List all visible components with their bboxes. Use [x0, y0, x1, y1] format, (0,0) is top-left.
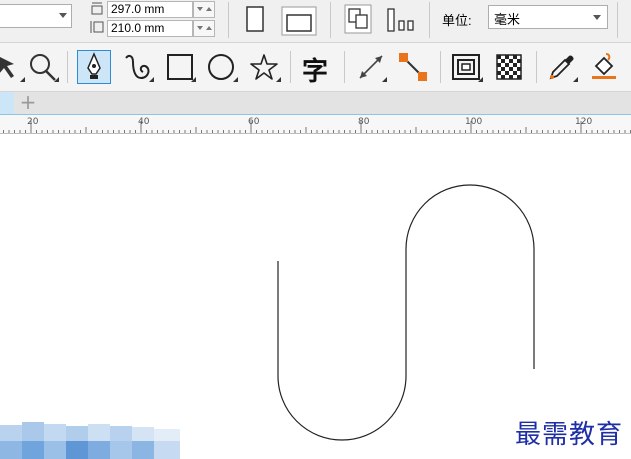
- current-page-icon[interactable]: [385, 7, 415, 33]
- polygon-tool[interactable]: [248, 50, 282, 84]
- flyout-indicator: [191, 77, 196, 82]
- text-tool[interactable]: 字: [300, 50, 334, 87]
- units-value: 毫米: [494, 12, 521, 27]
- s-curve-path[interactable]: [0, 134, 631, 459]
- page-height-icon: [91, 2, 103, 15]
- eyedropper-tool[interactable]: [545, 50, 579, 84]
- portrait-icon[interactable]: [244, 4, 266, 34]
- parallel-dimension-tool[interactable]: [354, 50, 388, 84]
- page-height-input[interactable]: 297.0 mm: [107, 1, 193, 18]
- property-bar: 297.0 mm 210.0 mm 单位: 毫米: [0, 0, 631, 43]
- ruler-label: 100: [465, 117, 483, 127]
- separator: [330, 2, 331, 38]
- separator: [536, 51, 537, 83]
- units-label: 单位:: [442, 13, 472, 28]
- document-tab[interactable]: [0, 92, 14, 114]
- flyout-indicator: [54, 77, 59, 82]
- document-tab-strip: +: [0, 92, 631, 114]
- horizontal-ruler[interactable]: 20 40 60 80 100 120: [0, 114, 631, 134]
- chevron-down-icon[interactable]: [59, 13, 67, 18]
- toolbox: 字: [0, 43, 631, 92]
- flyout-indicator: [573, 77, 578, 82]
- ruler-label: 60: [248, 117, 260, 127]
- separator: [344, 51, 345, 83]
- ruler-ticks: [3, 121, 631, 133]
- separator: [228, 2, 229, 38]
- rectangle-tool[interactable]: [163, 50, 197, 84]
- ruler-label: 120: [575, 117, 593, 127]
- ruler-label: 80: [358, 117, 370, 127]
- landscape-icon[interactable]: [281, 6, 317, 36]
- transparency-tool[interactable]: [493, 50, 527, 84]
- flyout-indicator: [149, 77, 154, 82]
- flyout-indicator: [478, 77, 483, 82]
- bspline-tool[interactable]: [121, 50, 155, 84]
- page-width-input[interactable]: 210.0 mm: [107, 20, 193, 37]
- flyout-indicator: [382, 77, 387, 82]
- chevron-down-icon[interactable]: [593, 15, 601, 20]
- shape-tool[interactable]: [0, 50, 26, 84]
- separator: [290, 51, 291, 83]
- checkerboard-icon: [496, 54, 522, 80]
- ruler-label: 20: [27, 117, 39, 127]
- contour-tool[interactable]: [450, 50, 484, 84]
- flyout-indicator: [276, 77, 281, 82]
- fill-tool[interactable]: [588, 50, 622, 84]
- watermark-text: 最需教育: [514, 420, 623, 450]
- units-dropdown[interactable]: 毫米: [488, 5, 608, 29]
- flyout-indicator: [20, 77, 25, 82]
- all-pages-icon[interactable]: [344, 4, 372, 34]
- zoom-tool[interactable]: [26, 50, 60, 84]
- connector-icon: [399, 53, 427, 81]
- drawing-canvas[interactable]: 最需教育: [0, 134, 631, 459]
- separator: [429, 2, 430, 38]
- connector-tool[interactable]: [396, 50, 430, 84]
- page-width-spinner[interactable]: [193, 20, 215, 37]
- pen-nib-icon: [87, 52, 101, 79]
- page-height-spinner[interactable]: [193, 1, 215, 18]
- page-width-icon: [90, 21, 104, 33]
- ruler-label: 40: [138, 117, 150, 127]
- text-tool-icon: 字: [302, 57, 329, 87]
- paint-bucket-icon: [592, 53, 616, 79]
- page-size-dropdown[interactable]: [0, 4, 72, 28]
- add-tab-button[interactable]: +: [18, 92, 38, 114]
- separator: [617, 2, 618, 38]
- separator: [67, 51, 68, 83]
- separator: [440, 51, 441, 83]
- flyout-indicator: [233, 77, 238, 82]
- ellipse-tool[interactable]: [205, 50, 239, 84]
- mosaic-blur: [0, 422, 180, 459]
- pen-tool[interactable]: [77, 50, 111, 84]
